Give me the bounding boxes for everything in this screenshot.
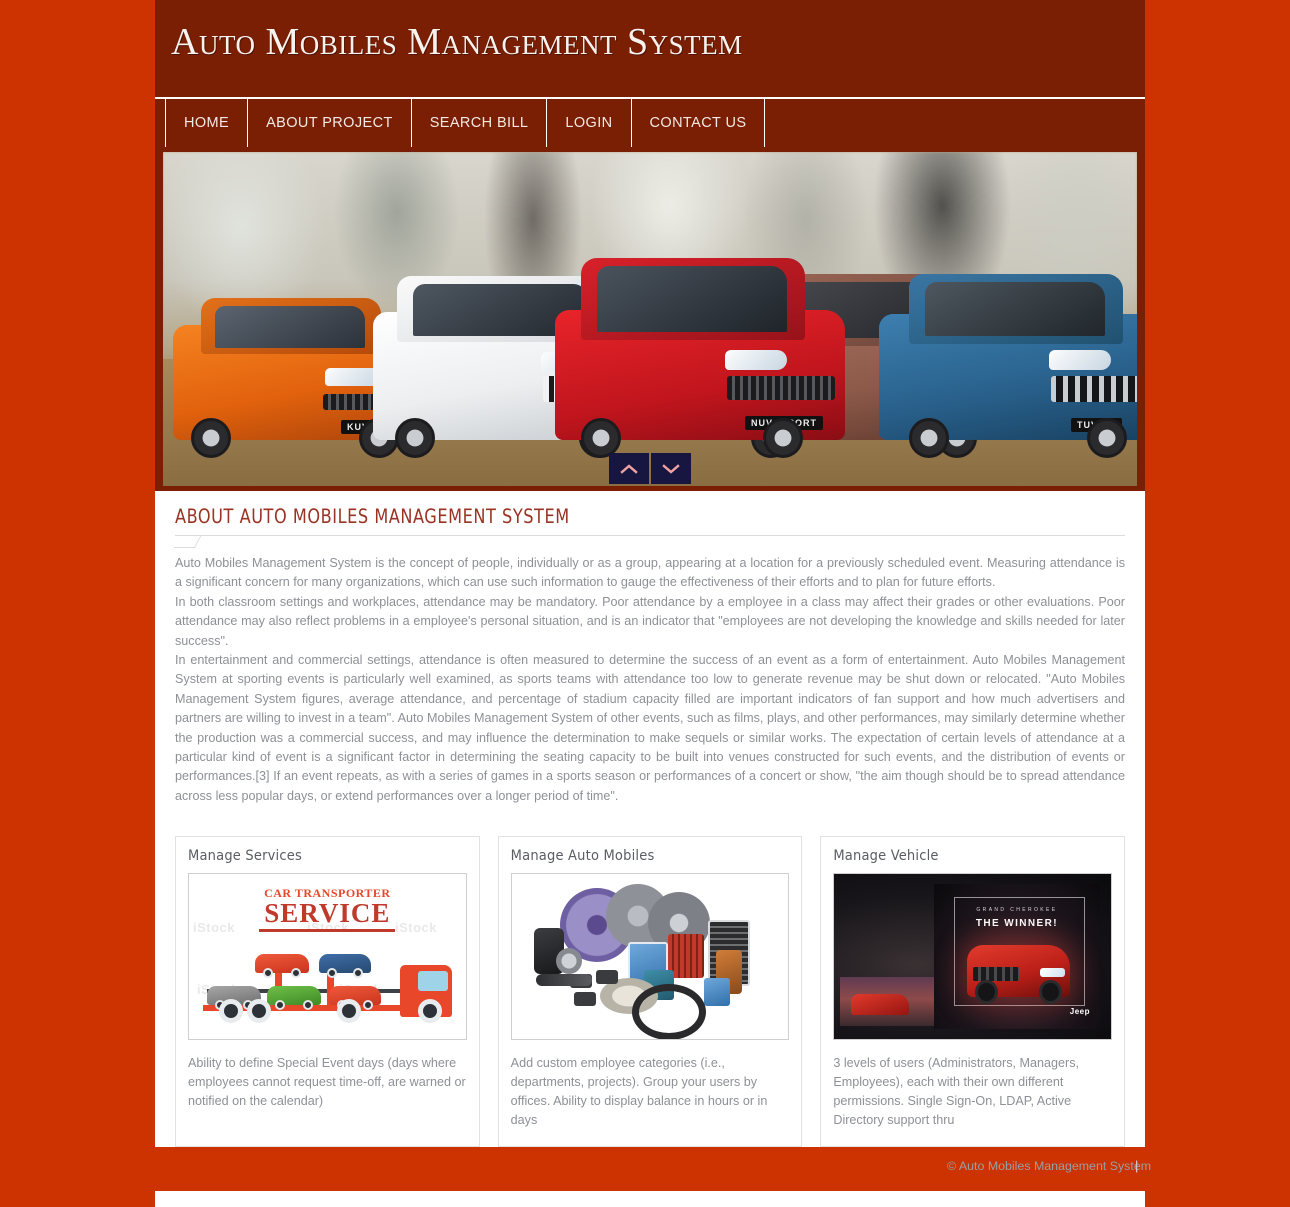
slider-controls <box>609 453 691 484</box>
card-title: Manage Services <box>188 848 302 865</box>
card-title: Manage Auto Mobiles <box>510 848 655 865</box>
nav-item-contact-us[interactable]: CONTACT US <box>632 99 766 147</box>
about-paragraph-3: In entertainment and commercial settings… <box>175 653 1125 803</box>
hero-car-nuvosport: NUVOSPORT <box>555 226 845 458</box>
copyright-text: © Auto Mobiles Management System <box>947 1159 1152 1173</box>
chevron-up-icon <box>619 463 639 475</box>
slider-next-button[interactable] <box>651 453 691 484</box>
hero-slider-wrapper: KUV100 SCORPIO NUVOSPORT XYLO <box>155 147 1145 491</box>
card-description: 3 levels of users (Administrators, Manag… <box>833 1056 1080 1128</box>
advert-headline: THE WINNER! <box>975 917 1058 929</box>
page-title: ABOUT AUTO MOBILES MANAGEMENT SYSTEM <box>175 505 570 528</box>
hero-car-tuv300: TUV300 <box>879 246 1137 458</box>
page-container: Auto Mobiles Management System HOME ABOU… <box>155 0 1145 1207</box>
about-section-header: ABOUT AUTO MOBILES MANAGEMENT SYSTEM <box>175 505 1125 550</box>
card-image-car-transporter: iStock iStock iStock iStock iStock CAR T… <box>188 873 467 1041</box>
card-manage-services: Manage Services iStock iStock iStock iSt… <box>175 836 480 1180</box>
about-text: Auto Mobiles Management System is the co… <box>175 554 1125 806</box>
card-image-jeep-advert: GRAND CHEROKEE THE WINNER! Jeep <box>833 873 1113 1041</box>
footer-separator: | <box>1135 1158 1139 1173</box>
chevron-down-icon <box>661 463 681 475</box>
card-manage-auto-mobiles: Manage Auto Mobiles Add custom employee … <box>497 836 803 1180</box>
card-image-auto-parts <box>510 873 790 1041</box>
card-description: Ability to define Special Event days (da… <box>188 1056 466 1109</box>
hero-slider[interactable]: KUV100 SCORPIO NUVOSPORT XYLO <box>163 152 1137 486</box>
section-divider <box>175 535 1125 550</box>
nav-item-about-project[interactable]: ABOUT PROJECT <box>248 99 412 147</box>
illustration-headline-main: SERVICE <box>189 898 466 929</box>
card-manage-vehicle: Manage Vehicle GRAND CHEROKEE THE WINNER… <box>820 836 1126 1180</box>
slider-prev-button[interactable] <box>609 453 649 484</box>
about-paragraph-2: In both classroom settings and workplace… <box>175 594 1125 648</box>
advert-kicker: GRAND CHEROKEE <box>976 907 1058 914</box>
card-description: Add custom employee categories (i.e., de… <box>510 1056 768 1128</box>
about-paragraph-1: Auto Mobiles Management System is the co… <box>175 556 1125 590</box>
site-title: Auto Mobiles Management System <box>171 21 743 63</box>
nav-item-login[interactable]: LOGIN <box>547 99 632 147</box>
site-header: Auto Mobiles Management System <box>155 0 1145 97</box>
site-footer: © Auto Mobiles Management System | <box>0 1147 1290 1191</box>
advert-brand: Jeep <box>1069 1007 1090 1017</box>
main-navigation: HOME ABOUT PROJECT SEARCH BILL LOGIN CON… <box>155 97 1145 147</box>
nav-item-search-bill[interactable]: SEARCH BILL <box>412 99 548 147</box>
nav-item-home[interactable]: HOME <box>165 99 249 147</box>
main-content: ABOUT AUTO MOBILES MANAGEMENT SYSTEM Aut… <box>155 491 1145 1207</box>
card-title: Manage Vehicle <box>833 848 939 865</box>
